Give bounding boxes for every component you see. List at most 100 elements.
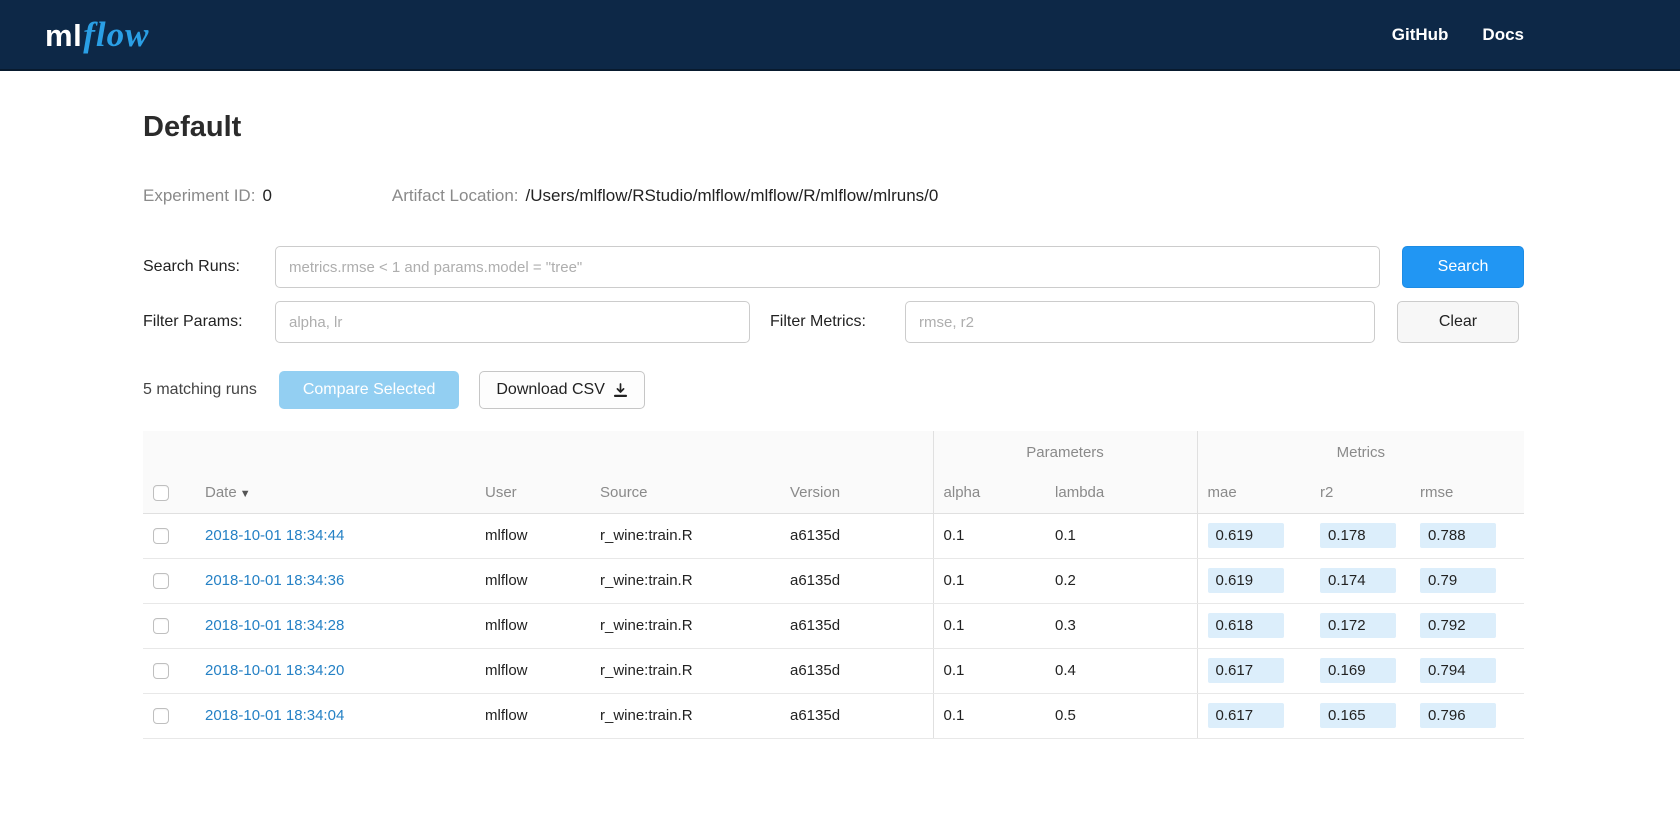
search-runs-label: Search Runs:	[143, 258, 275, 276]
run-date-link[interactable]: 2018-10-01 18:34:36	[205, 572, 344, 589]
column-header-lambda[interactable]: lambda	[1045, 473, 1197, 513]
mlflow-logo[interactable]: ml flow	[45, 15, 149, 55]
column-header-r2[interactable]: r2	[1310, 473, 1410, 513]
run-source-cell: r_wine:train.R	[590, 603, 780, 648]
param-alpha-cell: 0.1	[933, 513, 1045, 558]
download-csv-label: Download CSV	[496, 381, 605, 399]
logo-text-ml: ml	[45, 18, 82, 54]
param-lambda-cell: 0.3	[1045, 603, 1197, 648]
metric-rmse-value: 0.792	[1420, 613, 1496, 638]
run-version-cell: a6135d	[780, 693, 933, 738]
run-source-cell: r_wine:train.R	[590, 648, 780, 693]
run-user-cell: mlflow	[475, 513, 590, 558]
metric-mae-value: 0.618	[1208, 613, 1284, 638]
row-checkbox[interactable]	[153, 663, 169, 679]
column-header-source[interactable]: Source	[590, 473, 780, 513]
param-lambda-cell: 0.5	[1045, 693, 1197, 738]
nav-link-github[interactable]: GitHub	[1392, 25, 1449, 45]
run-date-link[interactable]: 2018-10-01 18:34:28	[205, 617, 344, 634]
navbar-links: GitHub Docs	[1392, 25, 1524, 45]
compare-selected-button[interactable]: Compare Selected	[279, 371, 460, 409]
run-date-cell: 2018-10-01 18:34:28	[195, 603, 475, 648]
main-content: Default Experiment ID: 0 Artifact Locati…	[0, 111, 1680, 739]
run-source-cell: r_wine:train.R	[590, 558, 780, 603]
group-header-parameters: Parameters	[933, 431, 1197, 473]
row-checkbox[interactable]	[153, 618, 169, 634]
param-lambda-cell: 0.2	[1045, 558, 1197, 603]
column-header-mae[interactable]: mae	[1197, 473, 1310, 513]
metric-mae-cell: 0.619	[1197, 513, 1310, 558]
nav-link-docs[interactable]: Docs	[1482, 25, 1524, 45]
run-date-cell: 2018-10-01 18:34:04	[195, 693, 475, 738]
run-date-cell: 2018-10-01 18:34:44	[195, 513, 475, 558]
row-checkbox[interactable]	[153, 708, 169, 724]
filter-params-input[interactable]	[275, 301, 750, 343]
metric-rmse-value: 0.796	[1420, 703, 1496, 728]
param-alpha-cell: 0.1	[933, 693, 1045, 738]
metric-r2-value: 0.174	[1320, 568, 1396, 593]
table-row: 2018-10-01 18:34:36mlflowr_wine:train.Ra…	[143, 558, 1524, 603]
table-row: 2018-10-01 18:34:04mlflowr_wine:train.Ra…	[143, 693, 1524, 738]
filter-row: Filter Params: Filter Metrics: Clear	[143, 301, 1524, 343]
column-header-alpha[interactable]: alpha	[933, 473, 1045, 513]
row-select-cell	[143, 558, 195, 603]
table-header: Parameters Metrics Date▼ User Source Ver…	[143, 431, 1524, 513]
search-runs-input[interactable]	[275, 246, 1380, 288]
row-checkbox[interactable]	[153, 528, 169, 544]
search-runs-row: Search Runs: Search	[143, 246, 1524, 288]
top-navbar: ml flow GitHub Docs	[0, 0, 1680, 71]
metric-r2-cell: 0.165	[1310, 693, 1410, 738]
download-csv-button[interactable]: Download CSV	[479, 371, 645, 409]
search-area: Search Runs: Search Filter Params: Filte…	[143, 246, 1524, 343]
run-date-link[interactable]: 2018-10-01 18:34:04	[205, 707, 344, 724]
row-select-cell	[143, 648, 195, 693]
column-header-version[interactable]: Version	[780, 473, 933, 513]
row-select-cell	[143, 603, 195, 648]
filter-params-label: Filter Params:	[143, 313, 275, 331]
run-user-cell: mlflow	[475, 648, 590, 693]
param-lambda-cell: 0.4	[1045, 648, 1197, 693]
metric-mae-cell: 0.617	[1197, 648, 1310, 693]
column-header-row: Date▼ User Source Version alpha lambda m…	[143, 473, 1524, 513]
metric-r2-value: 0.172	[1320, 613, 1396, 638]
metric-r2-value: 0.178	[1320, 523, 1396, 548]
metric-r2-cell: 0.174	[1310, 558, 1410, 603]
clear-button[interactable]: Clear	[1397, 301, 1519, 343]
sort-desc-icon: ▼	[240, 488, 251, 500]
run-date-cell: 2018-10-01 18:34:36	[195, 558, 475, 603]
metric-rmse-cell: 0.788	[1410, 513, 1524, 558]
column-header-user[interactable]: User	[475, 473, 590, 513]
metric-r2-value: 0.165	[1320, 703, 1396, 728]
row-select-cell	[143, 513, 195, 558]
run-date-link[interactable]: 2018-10-01 18:34:44	[205, 527, 344, 544]
column-header-rmse[interactable]: rmse	[1410, 473, 1524, 513]
artifact-location-label: Artifact Location:	[392, 186, 519, 206]
matching-runs-count: 5 matching runs	[143, 381, 257, 399]
search-button[interactable]: Search	[1402, 246, 1524, 288]
runs-table: Parameters Metrics Date▼ User Source Ver…	[143, 431, 1524, 739]
metric-mae-value: 0.617	[1208, 703, 1284, 728]
column-header-date[interactable]: Date▼	[195, 473, 475, 513]
metric-rmse-value: 0.788	[1420, 523, 1496, 548]
select-all-cell	[143, 473, 195, 513]
run-source-cell: r_wine:train.R	[590, 513, 780, 558]
table-row: 2018-10-01 18:34:28mlflowr_wine:train.Ra…	[143, 603, 1524, 648]
metric-rmse-cell: 0.792	[1410, 603, 1524, 648]
param-lambda-cell: 0.1	[1045, 513, 1197, 558]
experiment-id-value: 0	[262, 186, 271, 206]
artifact-location: Artifact Location: /Users/mlflow/RStudio…	[392, 186, 938, 206]
filter-metrics-label: Filter Metrics:	[770, 313, 905, 331]
metric-mae-cell: 0.619	[1197, 558, 1310, 603]
param-alpha-cell: 0.1	[933, 558, 1045, 603]
metric-mae-value: 0.619	[1208, 568, 1284, 593]
artifact-location-value: /Users/mlflow/RStudio/mlflow/mlflow/R/ml…	[526, 186, 939, 206]
group-header-spacer	[143, 431, 933, 473]
row-checkbox[interactable]	[153, 573, 169, 589]
select-all-checkbox[interactable]	[153, 485, 169, 501]
page-title: Default	[143, 111, 1524, 144]
param-alpha-cell: 0.1	[933, 648, 1045, 693]
filter-metrics-input[interactable]	[905, 301, 1375, 343]
experiment-id-label: Experiment ID:	[143, 186, 255, 206]
run-user-cell: mlflow	[475, 603, 590, 648]
run-date-link[interactable]: 2018-10-01 18:34:20	[205, 662, 344, 679]
